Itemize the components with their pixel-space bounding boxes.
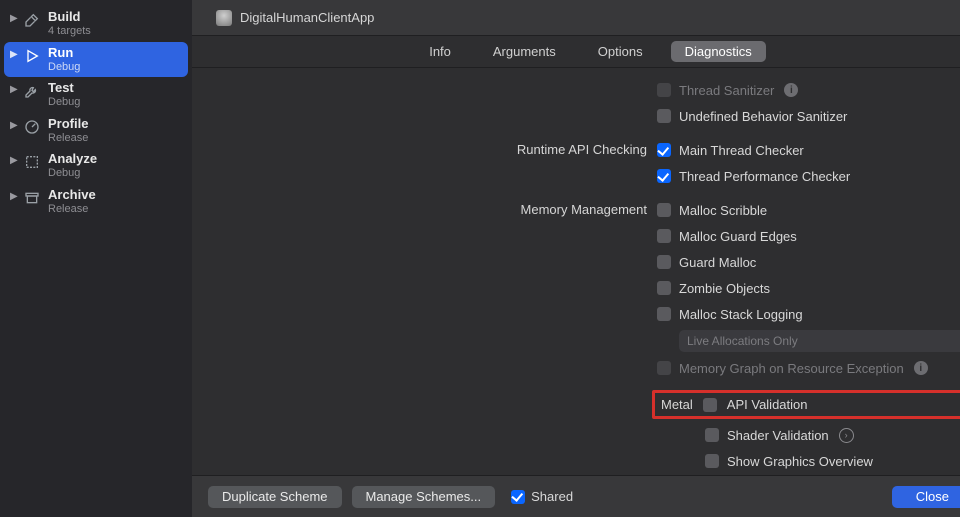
checkbox-thread-performance[interactable]	[657, 169, 671, 183]
label-thread-sanitizer: Thread Sanitizer	[679, 83, 774, 98]
info-icon[interactable]: i	[914, 361, 928, 375]
main-panel: DigitalHumanClientApp Info Arguments Opt…	[192, 0, 960, 517]
sidebar-item-archive[interactable]: ▶ Archive Release	[4, 184, 188, 220]
tab-diagnostics[interactable]: Diagnostics	[671, 41, 766, 62]
content-area: Thread Sanitizer i Undefined Behavior Sa…	[192, 68, 960, 475]
sidebar-item-profile[interactable]: ▶ Profile Release	[4, 113, 188, 149]
label-malloc-stack-logging: Malloc Stack Logging	[679, 307, 803, 322]
checkbox-malloc-stack-logging[interactable]	[657, 307, 671, 321]
manage-schemes-button[interactable]: Manage Schemes...	[352, 486, 496, 508]
checkbox-ub-sanitizer[interactable]	[657, 109, 671, 123]
titlebar: DigitalHumanClientApp	[192, 0, 960, 36]
checkbox-show-graphics-overview[interactable]	[705, 454, 719, 468]
disclosure-icon: ▶	[10, 188, 22, 202]
play-icon	[22, 46, 42, 66]
scheme-subtitle: Debug	[48, 96, 80, 109]
sidebar-item-test[interactable]: ▶ Test Debug	[4, 77, 188, 113]
tab-bar: Info Arguments Options Diagnostics	[192, 36, 960, 68]
scheme-title: Build	[48, 10, 91, 25]
sidebar-item-build[interactable]: ▶ Build 4 targets	[4, 6, 188, 42]
checkbox-malloc-scribble[interactable]	[657, 203, 671, 217]
disclosure-icon: ▶	[10, 46, 22, 60]
scheme-subtitle: Debug	[48, 167, 97, 180]
scheme-title: Analyze	[48, 152, 97, 167]
checkbox-api-validation[interactable]	[703, 398, 717, 412]
footer: Duplicate Scheme Manage Schemes... Share…	[192, 475, 960, 517]
chevron-right-icon[interactable]: ›	[839, 428, 854, 443]
duplicate-scheme-button[interactable]: Duplicate Scheme	[208, 486, 342, 508]
checkbox-main-thread-checker[interactable]	[657, 143, 671, 157]
label-malloc-guard-edges: Malloc Guard Edges	[679, 229, 797, 244]
scheme-title: Test	[48, 81, 80, 96]
label-malloc-scribble: Malloc Scribble	[679, 203, 767, 218]
label-memory-graph: Memory Graph on Resource Exception	[679, 361, 904, 376]
checkbox-guard-malloc[interactable]	[657, 255, 671, 269]
gauge-icon	[22, 117, 42, 137]
tab-info[interactable]: Info	[415, 41, 465, 62]
label-zombie-objects: Zombie Objects	[679, 281, 770, 296]
label-thread-performance: Thread Performance Checker	[679, 169, 850, 184]
section-label-metal	[192, 390, 657, 398]
checkbox-memory-graph	[657, 361, 671, 375]
analyze-icon	[22, 152, 42, 172]
checkbox-thread-sanitizer	[657, 83, 671, 97]
label-main-thread-checker: Main Thread Checker	[679, 143, 804, 158]
hammer-icon	[22, 10, 42, 30]
disclosure-icon: ▶	[10, 81, 22, 95]
checkbox-shared[interactable]	[511, 490, 525, 504]
label-ub-sanitizer: Undefined Behavior Sanitizer	[679, 109, 847, 124]
disclosure-icon: ▶	[10, 117, 22, 131]
checkbox-shader-validation[interactable]	[705, 428, 719, 442]
scheme-subtitle: 4 targets	[48, 25, 91, 38]
section-label-runtime: Runtime API Checking	[192, 140, 657, 157]
scheme-title: Archive	[48, 188, 96, 203]
highlight-box: Metal API Validation	[652, 390, 960, 419]
scheme-subtitle: Release	[48, 132, 88, 145]
close-button[interactable]: Close	[892, 486, 960, 508]
scheme-title: Profile	[48, 117, 88, 132]
app-title: DigitalHumanClientApp	[240, 10, 374, 25]
disclosure-icon: ▶	[10, 10, 22, 24]
scheme-sidebar: ▶ Build 4 targets ▶ Run Debug ▶ Test Deb…	[0, 0, 192, 517]
wrench-icon	[22, 81, 42, 101]
label-api-validation: API Validation	[727, 397, 808, 412]
popup-stack-log-mode: Live Allocations Only	[679, 330, 960, 352]
metal-label: Metal	[661, 397, 693, 412]
checkbox-malloc-guard-edges[interactable]	[657, 229, 671, 243]
scheme-subtitle: Release	[48, 203, 96, 216]
tab-options[interactable]: Options	[584, 41, 657, 62]
sidebar-item-analyze[interactable]: ▶ Analyze Debug	[4, 148, 188, 184]
scheme-title: Run	[48, 46, 80, 61]
archive-icon	[22, 188, 42, 208]
section-label-memory: Memory Management	[192, 200, 657, 217]
label-guard-malloc: Guard Malloc	[679, 255, 756, 270]
info-icon[interactable]: i	[784, 83, 798, 97]
label-shared: Shared	[531, 489, 573, 504]
sidebar-item-run[interactable]: ▶ Run Debug	[4, 42, 188, 78]
tab-arguments[interactable]: Arguments	[479, 41, 570, 62]
app-icon	[216, 10, 232, 26]
scheme-subtitle: Debug	[48, 61, 80, 74]
label-show-graphics-overview: Show Graphics Overview	[727, 454, 873, 469]
checkbox-zombie-objects[interactable]	[657, 281, 671, 295]
label-shader-validation: Shader Validation	[727, 428, 829, 443]
disclosure-icon: ▶	[10, 152, 22, 166]
